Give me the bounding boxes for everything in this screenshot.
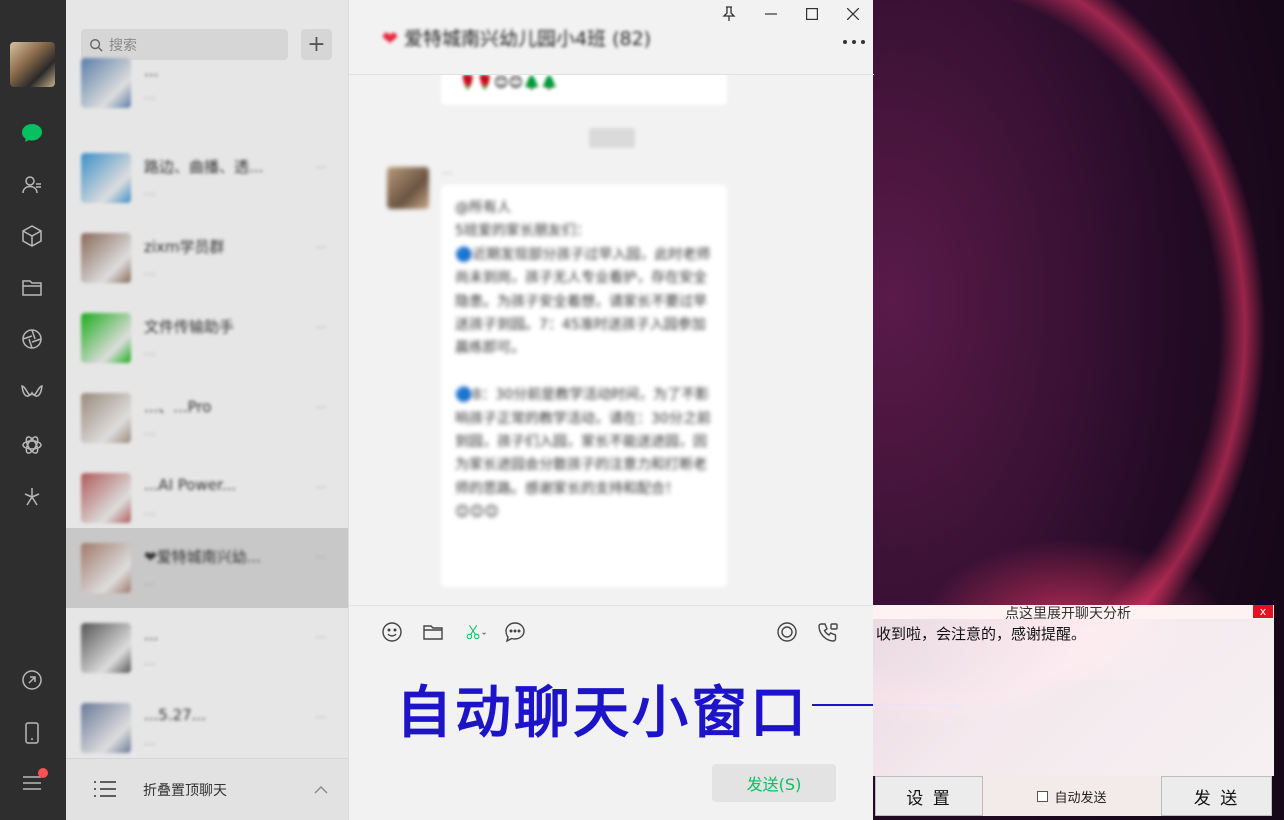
chat-list-item[interactable]: ...AI Power......... bbox=[66, 458, 348, 538]
chat-preview: ... bbox=[144, 344, 156, 358]
miniprogram-icon[interactable] bbox=[19, 432, 45, 458]
chat-name: ...、...Pro bbox=[144, 398, 212, 416]
auto-chat-window-annotation: 自动聊天小窗口 bbox=[396, 681, 809, 746]
fold-pinned-chats[interactable]: 折叠置顶聊天 bbox=[66, 758, 348, 820]
chat-time: ... bbox=[315, 238, 327, 251]
my-avatar[interactable] bbox=[10, 42, 55, 87]
checkbox-icon[interactable] bbox=[1037, 790, 1049, 802]
list-icon bbox=[94, 781, 116, 797]
chat-preview: ... bbox=[144, 734, 156, 748]
chat-icon[interactable] bbox=[19, 120, 45, 146]
auto-send-label: 自动发送 bbox=[1054, 790, 1107, 806]
sender-name: ... bbox=[442, 164, 453, 177]
chat-name: 文件传输助手 bbox=[144, 318, 235, 336]
chat-list-item[interactable]: 文件传输助手...... bbox=[66, 298, 348, 378]
search-icon bbox=[90, 38, 103, 52]
more-options-icon[interactable] bbox=[843, 36, 865, 48]
auto-chat-mini-window: 点这里展开聊天分析 x 收到啦，会注意的，感谢提醒。 设 置 自动发送 发 送 bbox=[873, 605, 1274, 820]
chat-time: ... bbox=[315, 478, 327, 491]
chat-list-item[interactable]: ❤爱特城南兴幼......... bbox=[66, 528, 348, 608]
chat-name: ... bbox=[144, 626, 159, 644]
chat-avatar bbox=[81, 473, 131, 523]
contacts-icon[interactable] bbox=[19, 172, 45, 198]
chat-list-item[interactable]: ...5.27......... bbox=[66, 688, 348, 768]
close-button[interactable] bbox=[841, 4, 865, 24]
input-divider bbox=[349, 605, 874, 606]
mini-window-titlebar[interactable]: 点这里展开聊天分析 x bbox=[873, 605, 1274, 619]
chat-preview: ... bbox=[144, 264, 156, 278]
chat-time: ... bbox=[315, 628, 327, 641]
chat-list-item[interactable]: ...... bbox=[66, 58, 348, 120]
minimize-button[interactable] bbox=[759, 4, 783, 24]
chat-avatar bbox=[81, 543, 131, 593]
mini-close-button[interactable]: x bbox=[1253, 605, 1273, 618]
chat-name: 路边、曲播、透... bbox=[144, 158, 264, 176]
chat-avatar bbox=[81, 313, 131, 363]
sender-avatar[interactable] bbox=[387, 167, 429, 209]
files-icon[interactable] bbox=[19, 275, 45, 301]
add-chat-button[interactable]: + bbox=[301, 29, 332, 60]
folder-icon[interactable] bbox=[421, 620, 445, 644]
chat-list-item[interactable]: ...、...Pro...... bbox=[66, 378, 348, 458]
chat-title: ❤ 爱特城南兴幼儿园小4班 (82) bbox=[382, 24, 651, 51]
chevron-up-icon[interactable] bbox=[312, 781, 330, 799]
live-icon[interactable] bbox=[775, 620, 799, 644]
chat-name: zixm学员群 bbox=[144, 238, 225, 256]
chat-title-text: 爱特城南兴幼儿园小4班 (82) bbox=[403, 28, 652, 50]
heart-icon: ❤ bbox=[382, 28, 398, 50]
chat-avatar bbox=[81, 623, 131, 673]
mini-window-title[interactable]: 点这里展开聊天分析 bbox=[1005, 605, 1131, 619]
notification-dot bbox=[38, 768, 48, 778]
search-placeholder: 搜索 bbox=[109, 37, 137, 54]
chat-preview: ... bbox=[144, 88, 156, 102]
maximize-button[interactable] bbox=[800, 4, 824, 24]
search-discover-icon[interactable] bbox=[19, 484, 45, 510]
chat-avatar bbox=[81, 393, 131, 443]
chat-list-item[interactable]: zixm学员群...... bbox=[66, 218, 348, 298]
message-bubble: 🌹🌹😊😊🌲🌲 bbox=[441, 75, 727, 105]
reply-text: 收到啦，会注意的，感谢提醒。 bbox=[876, 625, 1087, 643]
message-bubble-main: @所有人 5班爱的家长朋友们： 🔵近期发现部分孩子过早入园，此时老师尚未到岗，孩… bbox=[441, 185, 727, 587]
chat-time: ... bbox=[315, 318, 327, 331]
auto-send-checkbox[interactable]: 自动发送 bbox=[983, 776, 1161, 816]
chat-name: ❤爱特城南兴幼... bbox=[144, 548, 261, 566]
message-area[interactable]: 🌹🌹😊😊🌲🌲 ... @所有人 5班爱的家长朋友们： 🔵近期发现部分孩子过早入园… bbox=[349, 75, 874, 605]
mini-send-button[interactable]: 发 送 bbox=[1161, 776, 1272, 816]
chat-avatar bbox=[81, 703, 131, 753]
chat-preview: ... bbox=[144, 424, 156, 438]
fold-label: 折叠置顶聊天 bbox=[143, 783, 227, 799]
search-input[interactable]: 搜索 bbox=[81, 29, 288, 60]
chat-avatar bbox=[81, 153, 131, 203]
chat-preview: ... bbox=[144, 504, 156, 518]
send-button[interactable]: 发送(S) bbox=[712, 764, 836, 802]
call-icon[interactable] bbox=[816, 620, 840, 644]
link-icon[interactable] bbox=[19, 667, 45, 693]
chat-time: ... bbox=[315, 398, 327, 411]
screenshot-icon[interactable] bbox=[461, 620, 491, 644]
chat-list-item[interactable]: ......... bbox=[66, 608, 348, 688]
message-timestamp bbox=[589, 128, 635, 148]
settings-button[interactable]: 设 置 bbox=[875, 776, 983, 816]
chat-time: ... bbox=[315, 708, 327, 721]
moments-icon[interactable] bbox=[19, 326, 45, 352]
channels-icon[interactable] bbox=[19, 380, 45, 406]
chat-list-item[interactable]: 路边、曲播、透......... bbox=[66, 138, 348, 218]
chat-preview: ... bbox=[144, 184, 156, 198]
chat-name: ...5.27... bbox=[144, 706, 207, 724]
chat-avatar bbox=[81, 233, 131, 283]
sidebar bbox=[0, 0, 66, 820]
emoji-icon[interactable] bbox=[380, 620, 404, 644]
chat-history-icon[interactable] bbox=[503, 620, 527, 644]
chat-preview: ... bbox=[144, 654, 156, 668]
chat-name: ... bbox=[144, 62, 159, 80]
chat-name: ...AI Power... bbox=[144, 476, 237, 494]
pin-icon[interactable] bbox=[717, 4, 741, 24]
chat-time: ... bbox=[315, 158, 327, 171]
phone-icon[interactable] bbox=[19, 720, 45, 746]
chat-avatar bbox=[81, 58, 131, 108]
chat-preview: ... bbox=[144, 574, 156, 588]
chat-time: ... bbox=[315, 548, 327, 561]
favorites-icon[interactable] bbox=[19, 223, 45, 249]
reply-textarea[interactable]: 收到啦，会注意的，感谢提醒。 bbox=[873, 619, 1274, 776]
